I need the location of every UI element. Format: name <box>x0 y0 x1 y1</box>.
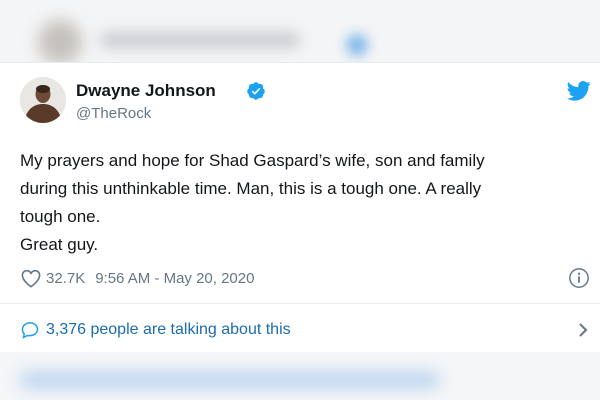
info-icon[interactable] <box>568 267 590 289</box>
speech-bubble-icon <box>21 322 39 339</box>
conversation-count-text[interactable]: 3,376 people are talking about this <box>46 321 291 339</box>
divider <box>0 303 600 304</box>
author-name[interactable]: Dwayne Johnson <box>76 81 216 101</box>
blurred-badge <box>346 34 368 56</box>
tweet-timestamp[interactable]: 9:56 AM - May 20, 2020 <box>95 270 254 287</box>
chevron-right-icon[interactable] <box>576 321 590 339</box>
tweet-meta: 32.7K 9:56 AM - May 20, 2020 <box>20 267 254 289</box>
blurred-avatar <box>38 20 82 64</box>
blurred-header-background <box>0 0 600 64</box>
conversation-link[interactable]: 3,376 people are talking about this <box>20 317 590 343</box>
blurred-name <box>100 32 300 48</box>
author-handle[interactable]: @TheRock <box>76 105 151 122</box>
tweet-text-line: Great guy. <box>20 235 99 254</box>
blurred-footer-background <box>0 352 600 400</box>
tweet-text: My prayers and hope for Shad Gaspard’s w… <box>20 147 580 259</box>
tweet-text-line: tough one. <box>20 207 101 226</box>
verified-badge-icon <box>247 82 265 100</box>
twitter-bird-icon[interactable] <box>567 81 591 101</box>
heart-icon[interactable] <box>20 268 42 288</box>
tweet-card: Dwayne Johnson @TheRock My prayers and h… <box>0 62 600 353</box>
tweet-text-line: My prayers and hope for Shad Gaspard’s w… <box>20 151 485 170</box>
tweet-text-line: during this unthinkable time. Man, this … <box>20 179 482 198</box>
avatar[interactable] <box>20 77 66 123</box>
like-count[interactable]: 32.7K <box>46 270 85 287</box>
blurred-link <box>20 372 440 388</box>
